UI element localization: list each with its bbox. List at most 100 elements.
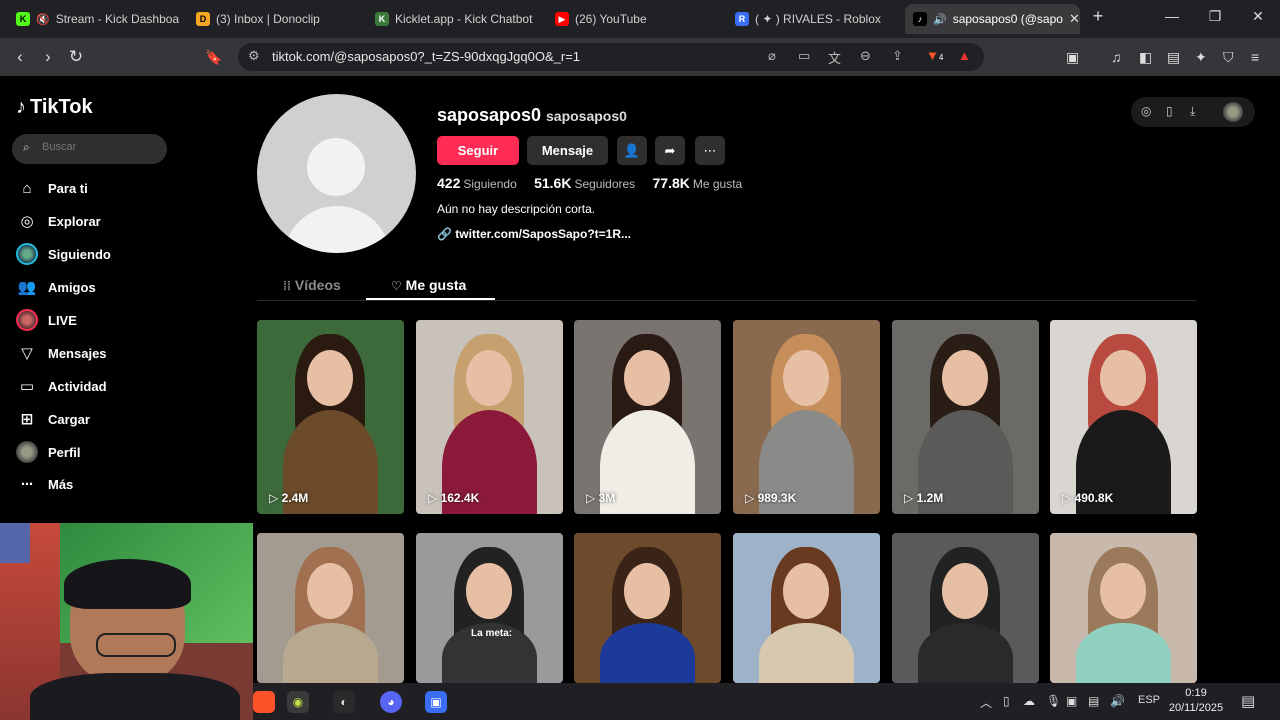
site-settings-icon[interactable]: ⚙ <box>248 48 260 64</box>
following-stat[interactable]: 422 Siguiendo <box>437 175 517 191</box>
xbox-taskbar-icon[interactable]: ◉ <box>287 691 309 713</box>
obs-taskbar-icon[interactable]: ◐ <box>333 691 355 713</box>
share-icon[interactable]: ⇪ <box>892 48 903 64</box>
sidebar-item-mensajes[interactable]: ▽ Mensajes <box>16 340 106 366</box>
translate-icon[interactable]: 文 <box>828 48 841 67</box>
leo-ai-icon[interactable]: ✦ <box>1195 49 1207 66</box>
follow-button[interactable]: Seguir <box>437 136 519 165</box>
video-thumbnail[interactable]: ▷ 989.3K <box>733 320 880 514</box>
link-icon: 🔗 <box>437 227 452 241</box>
search-input[interactable] <box>42 141 157 153</box>
language-indicator[interactable]: ESP <box>1138 694 1160 706</box>
profile-link[interactable]: 🔗 twitter.com/SaposSapo?t=1R... <box>437 227 631 241</box>
restore-icon[interactable]: ❐ <box>1205 8 1225 25</box>
sidebar-item-mas[interactable]: ⋯ Más <box>16 471 73 497</box>
sidebar-item-para-ti[interactable]: ⌂ Para ti <box>16 175 87 201</box>
close-tab-icon[interactable]: ✕ <box>1063 11 1080 27</box>
video-thumbnail[interactable]: ▷ 1.2M <box>892 320 1039 514</box>
search-box[interactable]: ⌕ <box>12 134 167 164</box>
speaker-icon[interactable]: 🔊 <box>933 13 947 26</box>
wallet-icon[interactable]: ▤ <box>1167 49 1180 66</box>
user-avatar[interactable] <box>1223 102 1243 122</box>
browser-tab[interactable]: R ( ✦ ) RIVALES - Roblox <box>727 4 902 34</box>
taskbar-clock[interactable]: 0:19 20/11/2025 <box>1166 686 1226 716</box>
address-bar[interactable]: ⚙ tiktok.com/@saposapos0?_t=ZS-90dxqgJgq… <box>238 43 984 71</box>
tab-likes[interactable]: ♡ Me gusta <box>391 277 466 293</box>
vpn-icon[interactable]: ⛉ <box>1223 49 1234 66</box>
brave-shield-icon[interactable]: ▼4 <box>926 48 943 63</box>
url-text[interactable]: tiktok.com/@saposapos0?_t=ZS-90dxqgJgq0O… <box>272 49 580 64</box>
video-thumbnail[interactable]: ▷ 2.4M <box>257 320 404 514</box>
video-thumbnail[interactable] <box>892 533 1039 683</box>
tiktok-logo[interactable]: ♪ TikTok <box>16 96 93 119</box>
profile-avatar-large[interactable] <box>257 94 416 253</box>
cast-icon[interactable]: ▭ <box>798 48 810 64</box>
video-thumbnail[interactable]: ▷ 490.8K <box>1050 320 1197 514</box>
grid-icon: ⁞⁞ <box>283 279 291 293</box>
video-thumbnail[interactable]: ▷ 3M <box>574 320 721 514</box>
microphone-icon[interactable]: 🎙 <box>1046 694 1061 708</box>
tray-app-icon[interactable]: ▣ <box>1066 694 1077 708</box>
minimize-icon[interactable]: — <box>1162 8 1182 24</box>
followers-stat[interactable]: 51.6K Seguidores <box>534 175 636 191</box>
sidebar-item-explorar[interactable]: ◎ Explorar <box>16 208 100 234</box>
sidebar-item-cargar[interactable]: ⊞ Cargar <box>16 406 90 432</box>
forward-icon[interactable]: › <box>37 46 59 68</box>
sidebar-item-label: Actividad <box>48 378 107 394</box>
video-thumbnail[interactable] <box>733 533 880 683</box>
likes-count: 77.8K <box>652 175 690 191</box>
sidebar-item-live[interactable]: LIVE <box>16 307 77 333</box>
tab-videos[interactable]: ⁞⁞ Vídeos <box>283 277 341 293</box>
sidebar-toggle-icon[interactable]: ◧ <box>1139 49 1152 66</box>
sidebar-item-siguiendo[interactable]: Siguiendo <box>16 241 111 267</box>
brave-taskbar-icon[interactable] <box>253 691 275 713</box>
share-profile-icon[interactable]: ➦ <box>655 136 685 165</box>
video-thumbnail[interactable] <box>1050 533 1197 683</box>
zoom-icon[interactable]: ⊖ <box>860 48 871 64</box>
notifications-icon[interactable]: ▤ <box>1241 692 1255 710</box>
video-thumbnail[interactable] <box>574 533 721 683</box>
reader-icon[interactable]: ▣ <box>1066 49 1079 66</box>
video-thumbnail[interactable]: ▷ 162.4K <box>416 320 563 514</box>
more-options-icon[interactable]: ⋯ <box>695 136 725 165</box>
discord-taskbar-icon[interactable]: ◕ <box>380 691 402 713</box>
inbox-icon: ▭ <box>19 378 35 395</box>
device-icon[interactable]: ▯ <box>1166 104 1173 118</box>
message-button[interactable]: Mensaje <box>527 136 608 165</box>
reload-icon[interactable]: ↻ <box>65 46 87 68</box>
sidebar-item-actividad[interactable]: ▭ Actividad <box>16 373 107 399</box>
compass-icon[interactable]: ◎ <box>1141 104 1151 118</box>
home-icon: ⌂ <box>22 179 32 197</box>
sidebar-item-perfil[interactable]: Perfil <box>16 439 81 465</box>
back-icon[interactable]: ‹ <box>9 46 31 68</box>
roblox-taskbar-icon[interactable]: ▣ <box>425 691 447 713</box>
browser-tab[interactable]: K 🔇 Stream - Kick Dashboa <box>8 4 188 34</box>
network-icon[interactable]: ▤ <box>1088 694 1099 708</box>
clock-time: 0:19 <box>1185 687 1207 699</box>
followers-label: Seguidores <box>574 177 636 191</box>
onedrive-icon[interactable]: ☁ <box>1023 694 1035 708</box>
browser-tab[interactable]: K Kicklet.app - Kick Chatbot <box>367 4 542 34</box>
video-thumbnail[interactable] <box>257 533 404 683</box>
volume-icon[interactable]: 🔊 <box>1110 694 1125 708</box>
close-window-icon[interactable]: ✕ <box>1248 8 1268 25</box>
tray-expand-icon[interactable]: ︿ <box>980 694 992 711</box>
browser-tab-active[interactable]: ♪ 🔊 saposapos0 (@sapo ✕ <box>905 4 1080 34</box>
browser-tab[interactable]: D (3) Inbox | Donoclip <box>188 4 363 34</box>
no-tracking-icon[interactable]: ⌀ <box>768 48 776 64</box>
followers-count: 51.6K <box>534 175 572 191</box>
bookmark-icon[interactable]: 🔖 <box>203 46 225 68</box>
suggested-accounts-icon[interactable]: 👤 <box>617 136 647 165</box>
tray-device-icon[interactable]: ▯ <box>1003 694 1010 708</box>
profile-stats: 422 Siguiendo 51.6K Seguidores 77.8K Me gus… <box>437 175 756 191</box>
download-icon[interactable]: ⤓ <box>1190 104 1195 119</box>
streamer-hair <box>64 559 191 609</box>
video-thumbnail[interactable]: La meta: <box>416 533 563 683</box>
new-tab-button[interactable]: + <box>1088 6 1108 27</box>
muted-icon[interactable]: 🔇 <box>36 13 50 26</box>
sidebar-item-amigos[interactable]: 👥 Amigos <box>16 274 96 300</box>
menu-icon[interactable]: ≡ <box>1251 49 1259 65</box>
brave-rewards-icon[interactable]: ▲ <box>958 48 971 63</box>
browser-tab[interactable]: ▶ (26) YouTube <box>547 4 722 34</box>
music-icon[interactable]: ♫ <box>1111 49 1122 65</box>
